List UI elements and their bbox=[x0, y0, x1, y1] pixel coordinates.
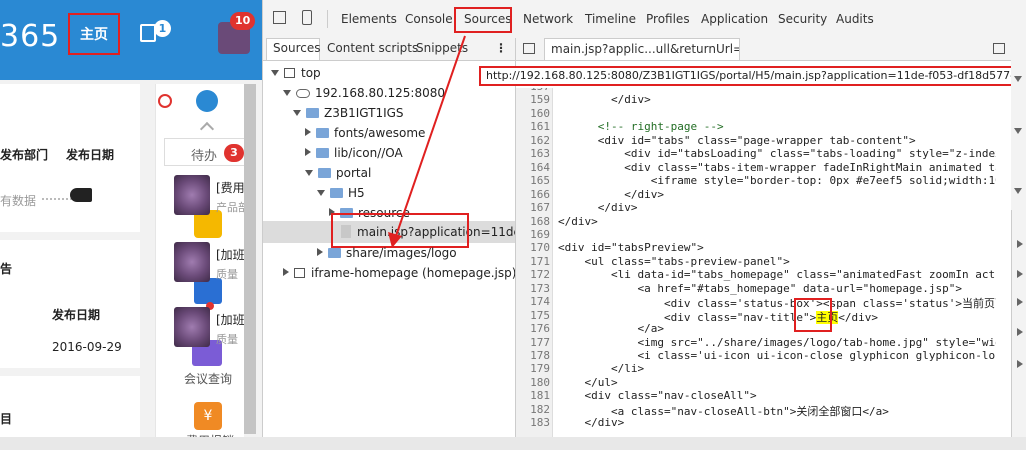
annotation-arrow bbox=[388, 35, 466, 248]
